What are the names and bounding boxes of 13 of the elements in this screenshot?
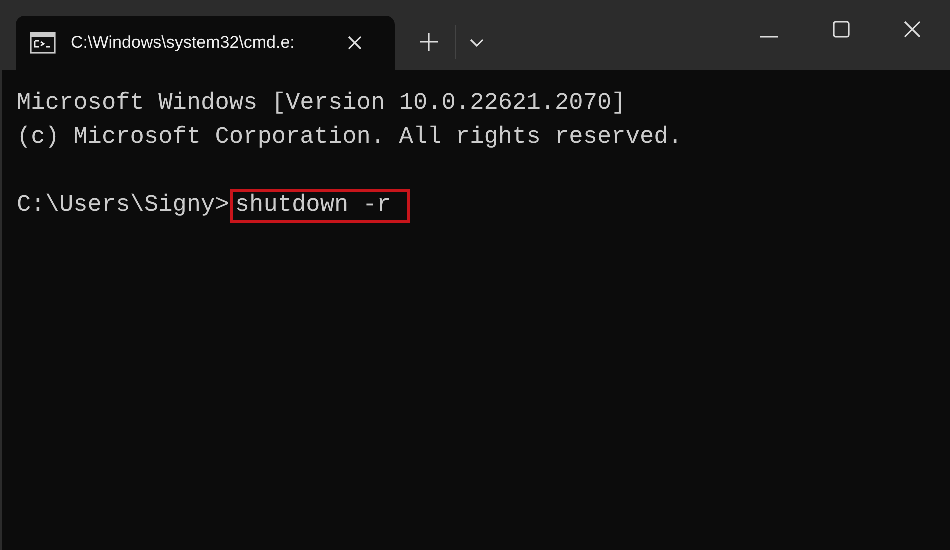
tab-title: C:\Windows\system32\cmd.e:	[71, 33, 296, 53]
maximize-icon[interactable]	[833, 21, 850, 38]
console-output: Microsoft Windows [Version 10.0.22621.2070]	[17, 90, 626, 117]
tab[interactable]: C:\Windows\system32\cmd.e:	[16, 16, 395, 70]
chevron-down-icon[interactable]	[470, 38, 484, 48]
prompt-text: C:\Users\Signy>	[17, 192, 230, 219]
close-icon[interactable]	[347, 35, 363, 51]
close-icon[interactable]	[904, 21, 921, 38]
console-output: (c) Microsoft Corporation. All rights reserved.	[17, 124, 682, 151]
plus-icon[interactable]	[419, 32, 439, 52]
minimize-icon[interactable]	[760, 36, 778, 38]
console-icon	[30, 32, 56, 54]
highlighted-command: shutdown -r	[230, 189, 410, 223]
